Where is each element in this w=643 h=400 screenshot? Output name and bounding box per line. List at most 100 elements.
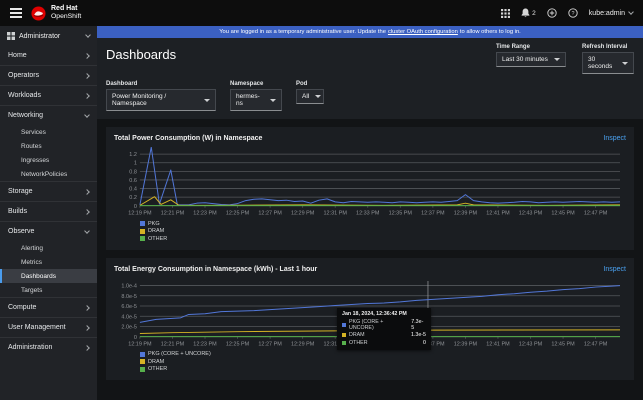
x-tick-label: 12:43 PM	[519, 211, 543, 217]
sidebar-item-administration[interactable]: Administration	[0, 338, 97, 357]
sidebar-item-dashboards[interactable]: Dashboards	[0, 269, 97, 283]
sidebar-item-workloads[interactable]: Workloads	[0, 86, 97, 105]
energy-consumption-card: Total Energy Consumption in Namespace (k…	[106, 258, 634, 381]
masthead: Red Hat OpenShift 2 ? kube:admin	[0, 0, 643, 26]
x-tick-label: 12:31 PM	[323, 211, 347, 217]
user-menu[interactable]: kube:admin	[589, 10, 633, 17]
x-tick-label: 12:19 PM	[128, 341, 152, 347]
sidebar-item-user-management[interactable]: User Management	[0, 318, 97, 337]
inspect-link[interactable]: Inspect	[603, 135, 626, 142]
legend-swatch	[140, 229, 145, 234]
inspect-link[interactable]: Inspect	[603, 266, 626, 273]
quick-create-plus-icon[interactable]	[547, 8, 557, 18]
nav-toggle-hamburger-icon[interactable]	[10, 8, 22, 17]
sidebar-item-label: Home	[8, 52, 27, 59]
legend-label: DRAM	[148, 359, 164, 365]
dashboard-select-value: Power Monitoring / Namespace	[112, 93, 198, 107]
sidebar-item-networking[interactable]: Networking	[0, 106, 97, 125]
sidebar-item-networkpolicies[interactable]: NetworkPolicies	[0, 167, 97, 181]
perspective-switcher[interactable]: Administrator	[0, 26, 97, 46]
x-tick-label: 12:19 PM	[128, 211, 152, 217]
legend-label: PKG	[148, 221, 160, 227]
sidebar-item-label: Networking	[8, 112, 43, 119]
sidebar-item-label: Workloads	[8, 92, 41, 99]
y-tick-label: 4.0e-5	[121, 314, 137, 320]
app-launcher-icon[interactable]	[501, 9, 510, 18]
y-tick-label: 1	[134, 161, 137, 167]
chart-plot: 00.20.40.60.811.212:19 PM12:21 PM12:23 P…	[114, 147, 626, 219]
tooltip-swatch	[342, 341, 346, 345]
y-tick-label: 0	[134, 204, 137, 210]
sidebar-item-services[interactable]: Services	[0, 125, 97, 139]
sidebar-item-compute[interactable]: Compute	[0, 298, 97, 317]
x-tick-label: 12:45 PM	[551, 341, 575, 347]
banner-text-before: You are logged in as a temporary adminis…	[219, 29, 386, 35]
sidebar-item-observe[interactable]: Observe	[0, 222, 97, 241]
sidebar-item-operators[interactable]: Operators	[0, 66, 97, 85]
chevron-down-icon	[84, 112, 90, 118]
legend-swatch	[140, 221, 145, 226]
page-title: Dashboards	[106, 47, 176, 62]
x-tick-label: 12:27 PM	[258, 341, 282, 347]
x-tick-label: 12:37 PM	[421, 211, 445, 217]
chevron-right-icon	[84, 93, 90, 99]
y-tick-label: 1.0e-4	[121, 283, 137, 289]
chevron-down-icon	[628, 9, 634, 15]
y-tick-label: 8.0e-5	[121, 293, 137, 299]
caret-down-icon	[315, 95, 321, 98]
power-consumption-card: Total Power Consumption (W) in Namespace…	[106, 127, 634, 250]
legend-label: OTHER	[148, 236, 167, 242]
x-tick-label: 12:33 PM	[356, 211, 380, 217]
tooltip-series-value: 0	[423, 340, 426, 346]
chart-area: 02.0e-54.0e-56.0e-58.0e-51.0e-412:19 PM1…	[114, 278, 626, 373]
chart-area: 00.20.40.60.811.212:19 PM12:21 PM12:23 P…	[114, 147, 626, 242]
sidebar-item-label: Operators	[8, 72, 39, 79]
x-tick-label: 12:39 PM	[454, 211, 478, 217]
x-tick-label: 12:21 PM	[161, 341, 185, 347]
sidebar-item-metrics[interactable]: Metrics	[0, 255, 97, 269]
y-tick-label: 0	[134, 334, 137, 340]
pod-select-value: All	[302, 93, 309, 100]
x-tick-label: 12:43 PM	[519, 341, 543, 347]
notifications-bell-icon[interactable]: 2	[521, 8, 536, 18]
x-tick-label: 12:29 PM	[291, 211, 315, 217]
brand-line1: Red Hat	[51, 5, 81, 13]
y-tick-label: 6.0e-5	[121, 304, 137, 310]
chart-tooltip: Jan 18, 2024, 12:36:42 PMPKG (CORE + UNC…	[337, 308, 431, 350]
legend-swatch	[140, 352, 145, 357]
legend-item-other: OTHER	[140, 366, 626, 372]
y-tick-label: 0.4	[129, 187, 137, 193]
caret-down-icon	[270, 99, 276, 102]
svg-text:?: ?	[571, 11, 574, 17]
oauth-config-link[interactable]: cluster OAuth configuration	[388, 29, 458, 35]
chart-legend: PKGDRAMOTHER	[140, 221, 626, 242]
perspective-icon	[7, 32, 15, 40]
sidebar-item-alerting[interactable]: Alerting	[0, 241, 97, 255]
user-menu-label: kube:admin	[589, 10, 625, 17]
pod-select[interactable]: All	[296, 89, 324, 104]
chevron-right-icon	[84, 189, 90, 195]
y-tick-label: 0.6	[129, 178, 137, 184]
tooltip-swatch	[342, 333, 346, 337]
sidebar-item-storage[interactable]: Storage	[0, 182, 97, 201]
dashboard-select[interactable]: Power Monitoring / Namespace	[106, 89, 216, 111]
sidebar-item-targets[interactable]: Targets	[0, 283, 97, 297]
tooltip-series-name: PKG (CORE + UNCORE)	[349, 319, 408, 331]
time-range-select[interactable]: Last 30 minutes	[496, 52, 566, 67]
x-tick-label: 12:39 PM	[454, 341, 478, 347]
caret-down-icon	[204, 99, 210, 102]
chevron-down-icon	[84, 228, 90, 234]
sidebar-item-routes[interactable]: Routes	[0, 139, 97, 153]
help-icon[interactable]: ?	[568, 8, 578, 18]
sidebar-item-builds[interactable]: Builds	[0, 202, 97, 221]
pod-filter-label: Pod	[296, 81, 324, 87]
chart-legend: PKG (CORE + UNCORE) DRAMOTHER	[140, 351, 626, 372]
sidebar-item-ingresses[interactable]: Ingresses	[0, 153, 97, 167]
chart-title: Total Energy Consumption in Namespace (k…	[114, 266, 317, 273]
legend-item-pkg-core-uncore-: PKG (CORE + UNCORE)	[140, 351, 626, 357]
namespace-select[interactable]: hermes-ns	[230, 89, 282, 111]
x-tick-label: 12:35 PM	[389, 211, 413, 217]
sidebar-item-home[interactable]: Home	[0, 46, 97, 65]
refresh-interval-select[interactable]: 30 seconds	[582, 52, 634, 74]
refresh-interval-value: 30 seconds	[588, 56, 616, 70]
